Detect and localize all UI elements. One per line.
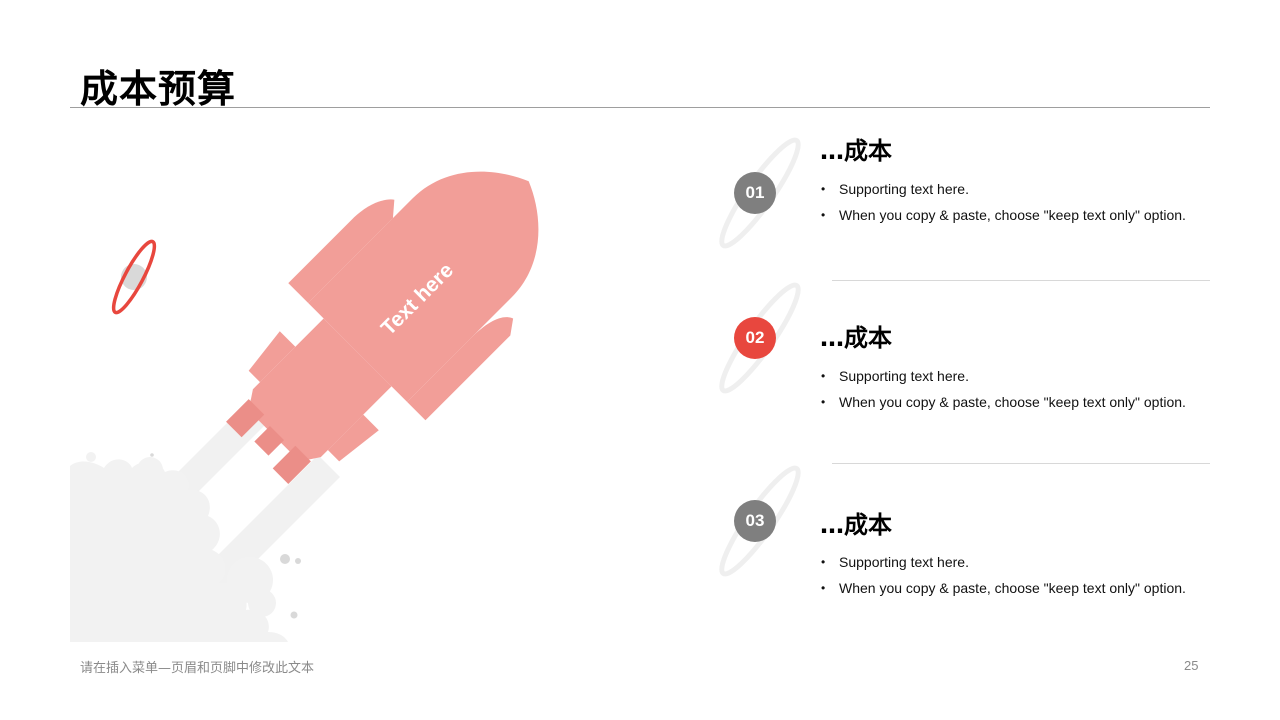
bullet-item: When you copy & paste, choose "keep text… (820, 575, 1186, 601)
item-title: …成本 (820, 137, 892, 165)
bullet-item: Supporting text here. (820, 549, 1186, 575)
page-number: 25 (1184, 658, 1199, 673)
item-divider (832, 463, 1210, 464)
rocket-illustration: Text here (70, 171, 539, 642)
bullet-item: Supporting text here. (820, 363, 1186, 389)
item-divider (832, 280, 1210, 281)
step-badge-03: 03 (734, 500, 776, 542)
bullet-item: Supporting text here. (820, 176, 1186, 202)
step-badge-02: 02 (734, 317, 776, 359)
bullet-item: When you copy & paste, choose "keep text… (820, 202, 1186, 228)
item-bullets: Supporting text here. When you copy & pa… (820, 363, 1186, 415)
item-title: …成本 (820, 324, 892, 352)
bullet-item: When you copy & paste, choose "keep text… (820, 389, 1186, 415)
item-bullets: Supporting text here. When you copy & pa… (820, 549, 1186, 601)
item-title: …成本 (820, 511, 892, 539)
planet-icon (111, 239, 157, 315)
item-bullets: Supporting text here. When you copy & pa… (820, 176, 1186, 228)
footer-text: 请在插入菜单—页眉和页脚中修改此文本 (80, 661, 315, 676)
step-badge-01: 01 (734, 172, 776, 214)
